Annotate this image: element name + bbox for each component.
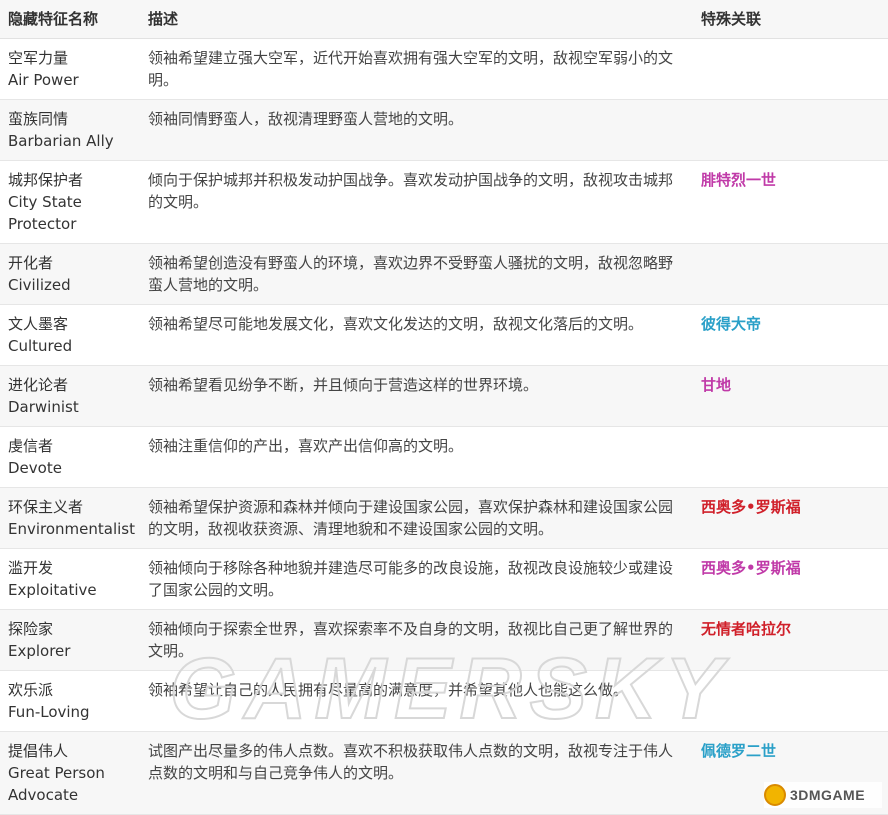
trait-name-en: Great Person Advocate <box>8 764 105 804</box>
header-relation: 特殊关联 <box>693 0 888 39</box>
trait-name-en: Exploitative <box>8 581 97 599</box>
header-description: 描述 <box>140 0 693 39</box>
trait-description: 领袖希望建立强大空军，近代开始喜欢拥有强大空军的文明，敌视空军弱小的文明。 <box>140 38 693 100</box>
trait-name-en: Darwinist <box>8 398 79 416</box>
trait-name-cn: 进化论者 <box>8 376 69 394</box>
trait-name-cell: 空军力量 Air Power <box>0 38 140 100</box>
trait-name-en: Cultured <box>8 337 73 355</box>
trait-description: 领袖希望尽可能地发展文化，喜欢文化发达的文明，敌视文化落后的文明。 <box>140 304 693 366</box>
trait-name-cell: 提倡伟人 Great Person Advocate <box>0 731 140 815</box>
trait-name-en: Civilized <box>8 276 71 294</box>
trait-name-cn: 虔信者 <box>8 437 54 455</box>
trait-name-cell: 环保主义者 Environmentalist <box>0 487 140 549</box>
trait-name-cell: 蛮族同情 Barbarian Ally <box>0 99 140 161</box>
trait-name-en: Fun-Loving <box>8 703 90 721</box>
trait-name-en: Devote <box>8 459 62 477</box>
site-logo: 3DMGAME <box>764 782 882 808</box>
trait-name-en: Air Power <box>8 71 79 89</box>
trait-name-cell: 滥开发 Exploitative <box>0 548 140 610</box>
trait-relation: 无情者哈拉尔 <box>693 609 888 671</box>
logo-text: 3DMGAME <box>790 787 866 803</box>
trait-name-cn: 探险家 <box>8 620 54 638</box>
table-row: 探险家 Explorer 领袖倾向于探索全世界，喜欢探索率不及自身的文明，敌视比自己… <box>0 609 888 671</box>
trait-name-cn: 提倡伟人 <box>8 742 69 760</box>
trait-description: 领袖希望让自己的人民拥有尽量高的满意度，并希望其他人也能这么做。 <box>140 670 693 732</box>
trait-description: 领袖希望看见纷争不断，并且倾向于营造这样的世界环境。 <box>140 365 693 427</box>
table-row: 虔信者 Devote 领袖注重信仰的产出，喜欢产出信仰高的文明。 <box>0 426 888 488</box>
table-row: 进化论者 Darwinist 领袖希望看见纷争不断，并且倾向于营造这样的世界环境。甘… <box>0 365 888 427</box>
trait-name-cn: 环保主义者 <box>8 498 84 516</box>
trait-name-cn: 城邦保护者 <box>8 171 84 189</box>
trait-description: 领袖同情野蛮人，敌视清理野蛮人营地的文明。 <box>140 99 693 161</box>
trait-name-en: Environmentalist <box>8 520 136 538</box>
table-row: 滥开发 Exploitative 领袖倾向于移除各种地貌并建造尽可能多的改良设施，敌… <box>0 548 888 610</box>
trait-name-cell: 探险家 Explorer <box>0 609 140 671</box>
trait-name-cell: 虔信者 Devote <box>0 426 140 488</box>
trait-name-cn: 欢乐派 <box>8 681 54 699</box>
header-row: 隐藏特征名称 描述 特殊关联 <box>0 0 888 39</box>
trait-name-en: Explorer <box>8 642 71 660</box>
trait-relation <box>693 670 888 732</box>
trait-name-cn: 蛮族同情 <box>8 110 69 128</box>
mascot-icon <box>764 784 786 806</box>
table-row: 欢乐派 Fun-Loving 领袖希望让自己的人民拥有尽量高的满意度，并希望其他人也… <box>0 670 888 732</box>
trait-relation: 腓特烈一世 <box>693 160 888 244</box>
trait-description: 领袖希望保护资源和森林并倾向于建设国家公园，喜欢保护森林和建设国家公园的文明，敌… <box>140 487 693 549</box>
trait-name-cell: 城邦保护者 City State Protector <box>0 160 140 244</box>
agenda-table: 隐藏特征名称 描述 特殊关联 空军力量 Air Power 领袖希望建立强大空军，近… <box>0 0 888 815</box>
trait-name-cell: 开化者 Civilized <box>0 243 140 305</box>
header-name: 隐藏特征名称 <box>0 0 140 39</box>
table-row: 开化者 Civilized 领袖希望创造没有野蛮人的环境，喜欢边界不受野蛮人骚扰的文… <box>0 243 888 305</box>
trait-description: 领袖注重信仰的产出，喜欢产出信仰高的文明。 <box>140 426 693 488</box>
trait-name-cell: 进化论者 Darwinist <box>0 365 140 427</box>
table-row: 文人墨客 Cultured 领袖希望尽可能地发展文化，喜欢文化发达的文明，敌视文化落… <box>0 304 888 366</box>
trait-description: 领袖倾向于探索全世界，喜欢探索率不及自身的文明，敌视比自己更了解世界的文明。 <box>140 609 693 671</box>
trait-name-cn: 滥开发 <box>8 559 54 577</box>
table-row: 空军力量 Air Power 领袖希望建立强大空军，近代开始喜欢拥有强大空军的文明，… <box>0 38 888 100</box>
trait-description: 领袖希望创造没有野蛮人的环境，喜欢边界不受野蛮人骚扰的文明，敌视忽略野蛮人营地的… <box>140 243 693 305</box>
table-row: 环保主义者 Environmentalist 领袖希望保护资源和森林并倾向于建设国家… <box>0 487 888 549</box>
trait-relation: 西奥多•罗斯福 <box>693 487 888 549</box>
trait-relation <box>693 243 888 305</box>
trait-name-cell: 文人墨客 Cultured <box>0 304 140 366</box>
trait-relation: 彼得大帝 <box>693 304 888 366</box>
trait-name-en: City State Protector <box>8 193 82 233</box>
table-row: 提倡伟人 Great Person Advocate 试图产出尽量多的伟人点数。喜欢… <box>0 731 888 815</box>
trait-description: 试图产出尽量多的伟人点数。喜欢不积极获取伟人点数的文明，敌视专注于伟人点数的文明… <box>140 731 693 815</box>
trait-relation: 西奥多•罗斯福 <box>693 548 888 610</box>
trait-name-en: Barbarian Ally <box>8 132 114 150</box>
table-row: 城邦保护者 City State Protector 倾向于保护城邦并积极发动护国战… <box>0 160 888 244</box>
trait-relation: 甘地 <box>693 365 888 427</box>
table-row: 蛮族同情 Barbarian Ally 领袖同情野蛮人，敌视清理野蛮人营地的文明。 <box>0 99 888 161</box>
trait-relation <box>693 426 888 488</box>
trait-description: 倾向于保护城邦并积极发动护国战争。喜欢发动护国战争的文明，敌视攻击城邦的文明。 <box>140 160 693 244</box>
trait-name-cn: 开化者 <box>8 254 54 272</box>
trait-description: 领袖倾向于移除各种地貌并建造尽可能多的改良设施，敌视改良设施较少或建设了国家公园… <box>140 548 693 610</box>
trait-name-cn: 空军力量 <box>8 49 69 67</box>
trait-relation <box>693 99 888 161</box>
trait-relation <box>693 38 888 100</box>
trait-name-cn: 文人墨客 <box>8 315 69 333</box>
trait-name-cell: 欢乐派 Fun-Loving <box>0 670 140 732</box>
